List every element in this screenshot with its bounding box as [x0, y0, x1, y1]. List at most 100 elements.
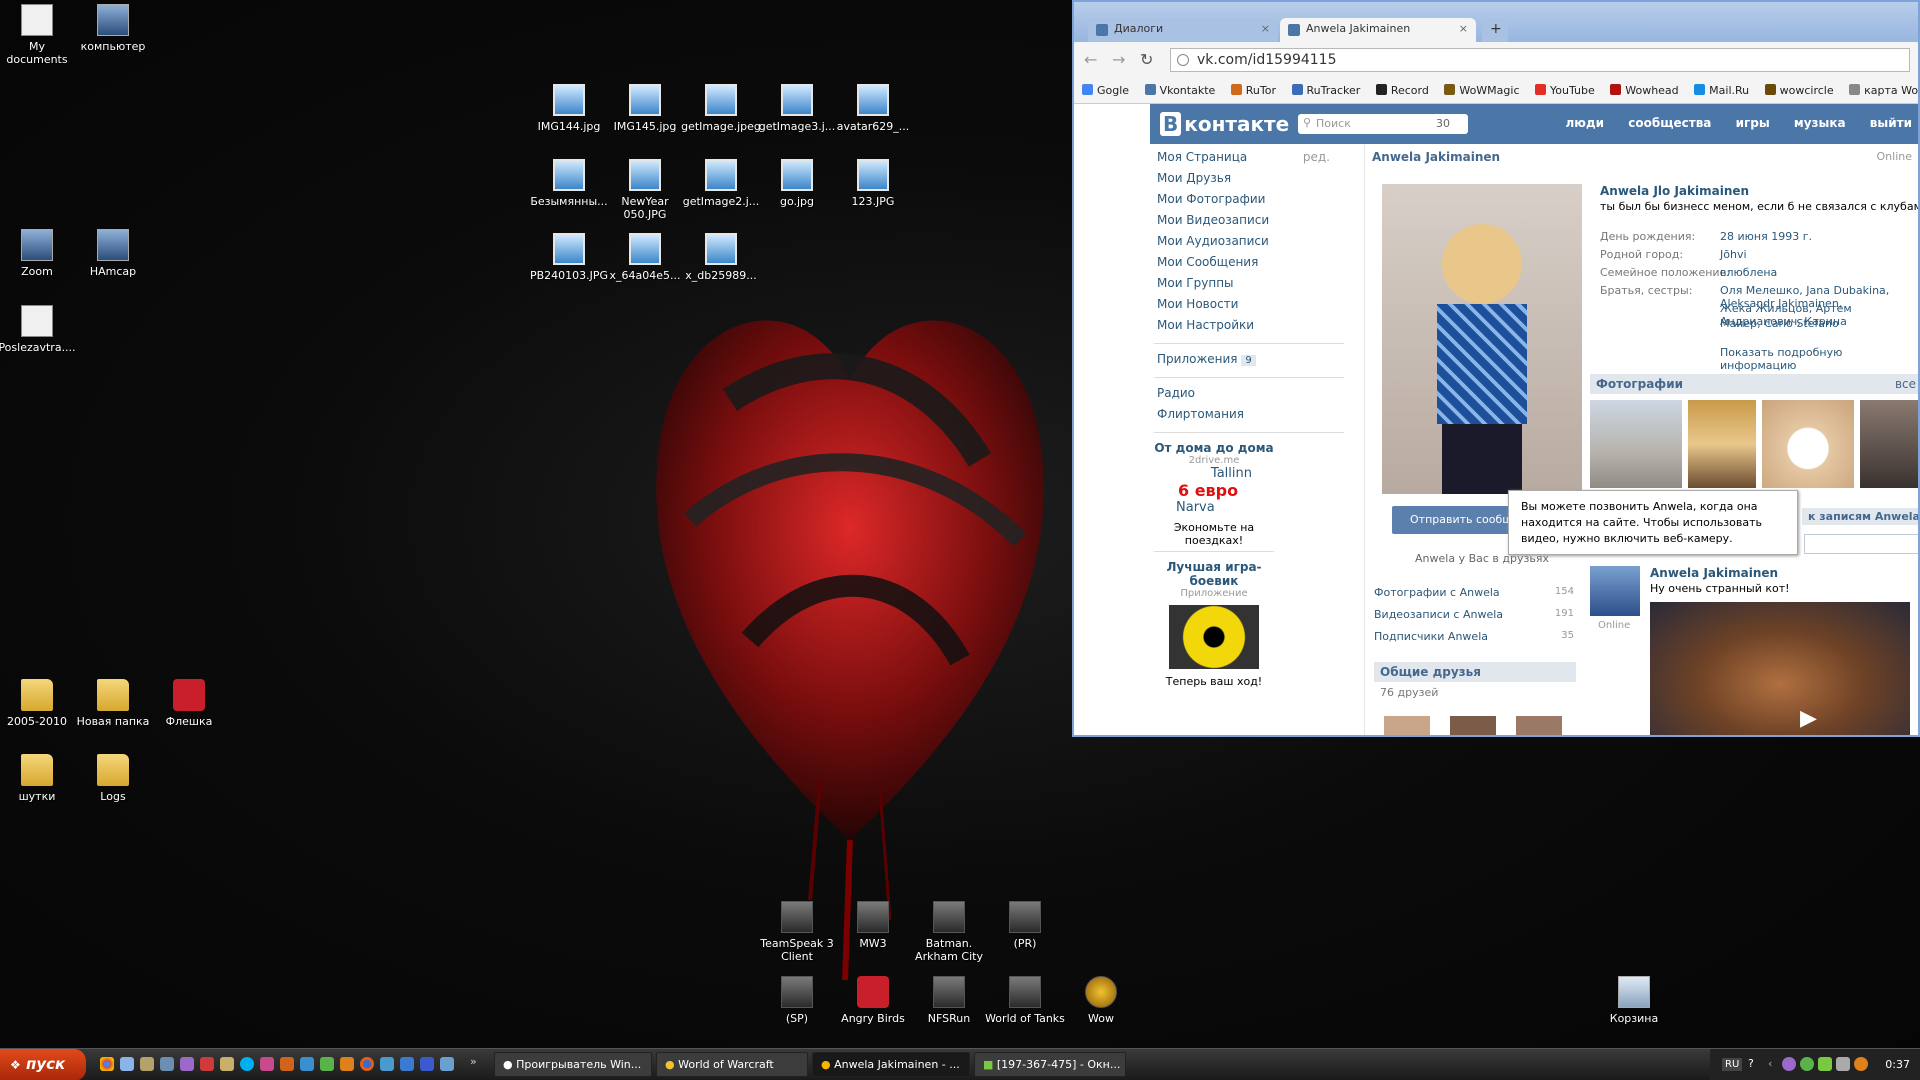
photo-thumb[interactable] — [1688, 400, 1756, 488]
start-button[interactable]: ❖ пуск — [0, 1049, 86, 1080]
desktop-icon-image[interactable]: getImage3.j... — [757, 84, 837, 133]
desktop-icon-zoom[interactable]: Zoom — [0, 229, 77, 278]
desktop-icon-logs[interactable]: Logs — [73, 754, 153, 803]
photos-all-link[interactable]: все — [1895, 377, 1916, 391]
post-author-avatar[interactable] — [1590, 566, 1640, 616]
desktop-icon-jokes[interactable]: шутки — [0, 754, 77, 803]
quicklaunch-app-icon[interactable] — [380, 1057, 394, 1071]
friend-thumb[interactable] — [1384, 716, 1430, 735]
quicklaunch-app-icon[interactable] — [340, 1057, 354, 1071]
quicklaunch-app-icon[interactable] — [180, 1057, 194, 1071]
desktop-icon-image[interactable]: x_db25989... — [681, 233, 761, 282]
quicklaunch-expand-icon[interactable]: » — [470, 1055, 477, 1068]
quicklaunch-app-icon[interactable] — [280, 1057, 294, 1071]
taskbar-item-chrome[interactable]: ● Anwela Jakimainen - ... — [812, 1052, 970, 1077]
quicklaunch-chrome-icon[interactable] — [100, 1057, 114, 1071]
quicklaunch-firefox-icon[interactable] — [360, 1057, 374, 1071]
menu-apps[interactable]: Приложения 9 — [1154, 352, 1344, 373]
desktop-icon-wow[interactable]: Wow — [1061, 976, 1141, 1025]
address-bar[interactable]: vk.com/id15994115 — [1170, 48, 1910, 72]
friend-thumb[interactable] — [1450, 716, 1496, 735]
quicklaunch-app-icon[interactable] — [420, 1057, 434, 1071]
tray-app-icon[interactable] — [1782, 1057, 1796, 1071]
menu-photos[interactable]: Мои Фотографии — [1154, 192, 1344, 213]
close-tab-icon[interactable]: × — [1459, 22, 1468, 35]
quicklaunch-app-icon[interactable] — [440, 1057, 454, 1071]
menu-flirt[interactable]: Флиртомания — [1154, 407, 1344, 428]
desktop-icon-image[interactable]: avatar629_... — [833, 84, 913, 133]
quicklaunch-app-icon[interactable] — [300, 1057, 314, 1071]
menu-audio[interactable]: Мои Аудиозаписи — [1154, 234, 1344, 255]
menu-radio[interactable]: Радио — [1154, 386, 1344, 407]
taskbar-item-media-player[interactable]: ● Проигрыватель Win... — [494, 1052, 652, 1077]
menu-news[interactable]: Мои Новости — [1154, 297, 1344, 318]
menu-messages[interactable]: Мои Сообщения — [1154, 255, 1344, 276]
menu-my-page[interactable]: Моя Страница ред. — [1154, 150, 1344, 171]
desktop-icon-image[interactable]: IMG144.jpg — [529, 84, 609, 133]
link-videos-with[interactable]: Видеозаписи с Anwela 191 — [1374, 608, 1574, 630]
desktop-icon-sp[interactable]: (SP) — [757, 976, 837, 1025]
reload-icon[interactable]: ↻ — [1140, 50, 1153, 69]
desktop-icon-image[interactable]: IMG145.jpg — [605, 84, 685, 133]
photo-thumb[interactable] — [1590, 400, 1682, 488]
profile-avatar[interactable] — [1382, 184, 1582, 494]
tray-expand-icon[interactable]: ‹ — [1768, 1057, 1772, 1070]
desktop-icon-hamcap[interactable]: HAmcap — [73, 229, 153, 278]
speaker-icon[interactable] — [1836, 1057, 1850, 1071]
desktop-icon-image[interactable]: getImage.jpeg — [681, 84, 761, 133]
bookmark-item[interactable]: Gogle — [1082, 84, 1129, 97]
bookmark-item[interactable]: Wowhead — [1610, 84, 1679, 97]
tray-app-icon[interactable] — [1854, 1057, 1868, 1071]
quicklaunch-app-icon[interactable] — [260, 1057, 274, 1071]
quicklaunch-app-icon[interactable] — [220, 1057, 234, 1071]
quicklaunch-skype-icon[interactable] — [240, 1057, 254, 1071]
tray-app-icon[interactable] — [1818, 1057, 1832, 1071]
language-indicator[interactable]: RU — [1722, 1058, 1743, 1071]
nav-games[interactable]: игры — [1736, 116, 1770, 130]
desktop-icon-image[interactable]: 123.JPG — [833, 159, 913, 208]
menu-videos[interactable]: Мои Видеозаписи — [1154, 213, 1344, 234]
edit-link[interactable]: ред. — [1303, 150, 1330, 164]
bookmark-item[interactable]: WoWMagic — [1444, 84, 1520, 97]
play-icon[interactable]: ▶ — [1800, 706, 1817, 731]
nav-music[interactable]: музыка — [1794, 116, 1846, 130]
wall-input[interactable] — [1804, 534, 1918, 554]
quicklaunch-app-icon[interactable] — [120, 1057, 134, 1071]
nav-people[interactable]: люди — [1565, 116, 1604, 130]
bookmark-item[interactable]: RuTracker — [1291, 84, 1360, 97]
desktop-icon-image[interactable]: go.jpg — [757, 159, 837, 208]
friend-thumb[interactable] — [1516, 716, 1562, 735]
new-tab-button[interactable]: + — [1482, 18, 1508, 42]
bookmark-item[interactable]: RuTor — [1230, 84, 1276, 97]
tray-app-icon[interactable] — [1800, 1057, 1814, 1071]
ad-block-travel[interactable]: От дома до дома 2drive.me Tallinn 6 евро… — [1154, 441, 1274, 547]
desktop-icon-pr[interactable]: (PR) — [985, 901, 1065, 950]
quicklaunch-app-icon[interactable] — [400, 1057, 414, 1071]
wall-header-link[interactable]: к записям Anwela — [1802, 508, 1918, 525]
photos-section-header[interactable]: Фотографии все — [1590, 374, 1918, 394]
desktop-icon-angry-birds[interactable]: Angry Birds — [833, 976, 913, 1025]
post-author[interactable]: Anwela Jakimainen — [1650, 566, 1778, 580]
quicklaunch-app-icon[interactable] — [160, 1057, 174, 1071]
close-tab-icon[interactable]: × — [1261, 22, 1270, 35]
photo-thumb[interactable] — [1860, 400, 1918, 488]
bookmark-item[interactable]: wowcircle — [1764, 84, 1834, 97]
desktop-icon-world-of-tanks[interactable]: World of Tanks — [985, 976, 1065, 1025]
search-input[interactable]: ⚲ Поиск 30 — [1298, 114, 1468, 134]
common-friends-header[interactable]: Общие друзья — [1374, 662, 1576, 682]
desktop-icon-computer[interactable]: компьютер — [73, 4, 153, 53]
forward-icon[interactable]: → — [1112, 50, 1125, 69]
nav-communities[interactable]: сообщества — [1628, 116, 1711, 130]
taskbar-item-wow[interactable]: ● World of Warcraft — [656, 1052, 808, 1077]
bookmark-item[interactable]: Record — [1375, 84, 1429, 97]
link-photos-with[interactable]: Фотографии с Anwela 154 — [1374, 586, 1574, 608]
desktop-icon-image[interactable]: x_64a04e5... — [605, 233, 685, 282]
desktop-icon-new-folder[interactable]: Новая папка — [73, 679, 153, 728]
desktop-icon-image[interactable]: Безымянны... — [529, 159, 609, 208]
tab-dialogs[interactable]: Диалоги × — [1088, 18, 1278, 42]
menu-groups[interactable]: Мои Группы — [1154, 276, 1344, 297]
quicklaunch-app-icon[interactable] — [140, 1057, 154, 1071]
photo-thumb[interactable] — [1762, 400, 1854, 488]
desktop-icon-image[interactable]: NewYear 050.JPG — [605, 159, 685, 221]
post-video[interactable]: ▶ — [1650, 602, 1910, 735]
